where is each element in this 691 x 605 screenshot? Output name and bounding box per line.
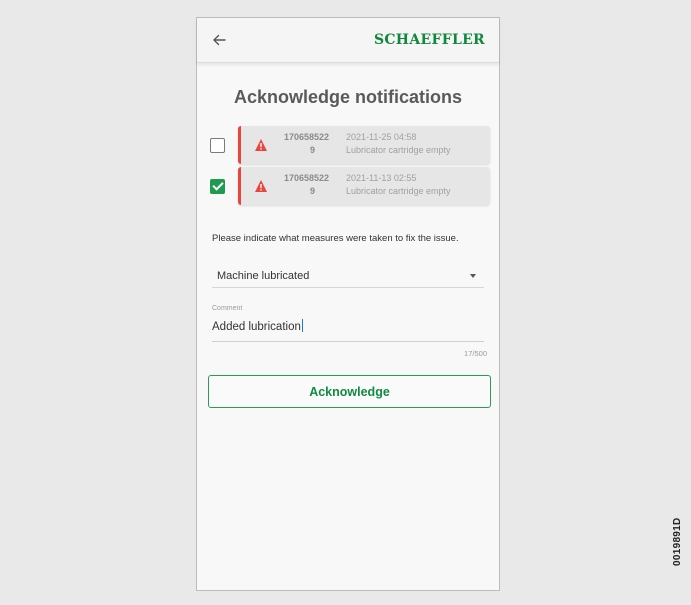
measures-dropdown[interactable]: Machine lubricated [212,262,484,288]
acknowledge-button[interactable]: Acknowledge [208,375,491,408]
brand-logo: SCHAEFFLER [373,32,485,48]
notification-datetime: 2021-11-25 04:58 [346,132,417,142]
comment-input[interactable]: Added lubrication [212,319,304,333]
notification-message: Lubricator cartridge empty [346,186,451,196]
comment-value: Added lubrication [212,321,301,333]
comment-field[interactable]: Comment Added lubrication [212,303,484,342]
status-bar [238,126,241,164]
notification-row: 170658522 9 2021-11-25 04:58 Lubricator … [210,126,492,164]
back-button[interactable] [209,30,229,50]
phone-screen: SCHAEFFLER Acknowledge notifications 170… [196,17,500,591]
notification-card[interactable]: 170658522 9 2021-11-13 02:55 Lubricator … [238,167,490,205]
notification-id: 170658522 [284,173,330,183]
app-bar: SCHAEFFLER [197,18,499,63]
measures-instruction: Please indicate what measures were taken… [212,233,459,244]
arrow-left-icon [213,34,226,46]
character-counter: 17/500 [464,349,487,358]
status-bar [238,167,241,205]
dropdown-arrow-icon [470,274,476,278]
notification-datetime: 2021-11-13 02:55 [346,173,417,183]
notification-message: Lubricator cartridge empty [346,145,451,155]
comment-label: Comment [212,305,243,312]
measures-selected-value: Machine lubricated [217,270,310,282]
page-title: Acknowledge notifications [233,87,463,107]
notification-id: 170658522 [284,132,330,142]
warning-triangle-icon [255,139,267,151]
notification-checkbox[interactable] [210,138,225,153]
notification-id-suffix: 9 [310,145,316,155]
notification-checkbox[interactable] [210,179,225,194]
figure-id: 0019891D [672,517,683,566]
warning-triangle-icon [255,180,267,192]
text-cursor [301,319,304,332]
notification-row: 170658522 9 2021-11-13 02:55 Lubricator … [210,167,492,205]
notification-id-suffix: 9 [310,186,316,196]
notification-card[interactable]: 170658522 9 2021-11-25 04:58 Lubricator … [238,126,490,164]
